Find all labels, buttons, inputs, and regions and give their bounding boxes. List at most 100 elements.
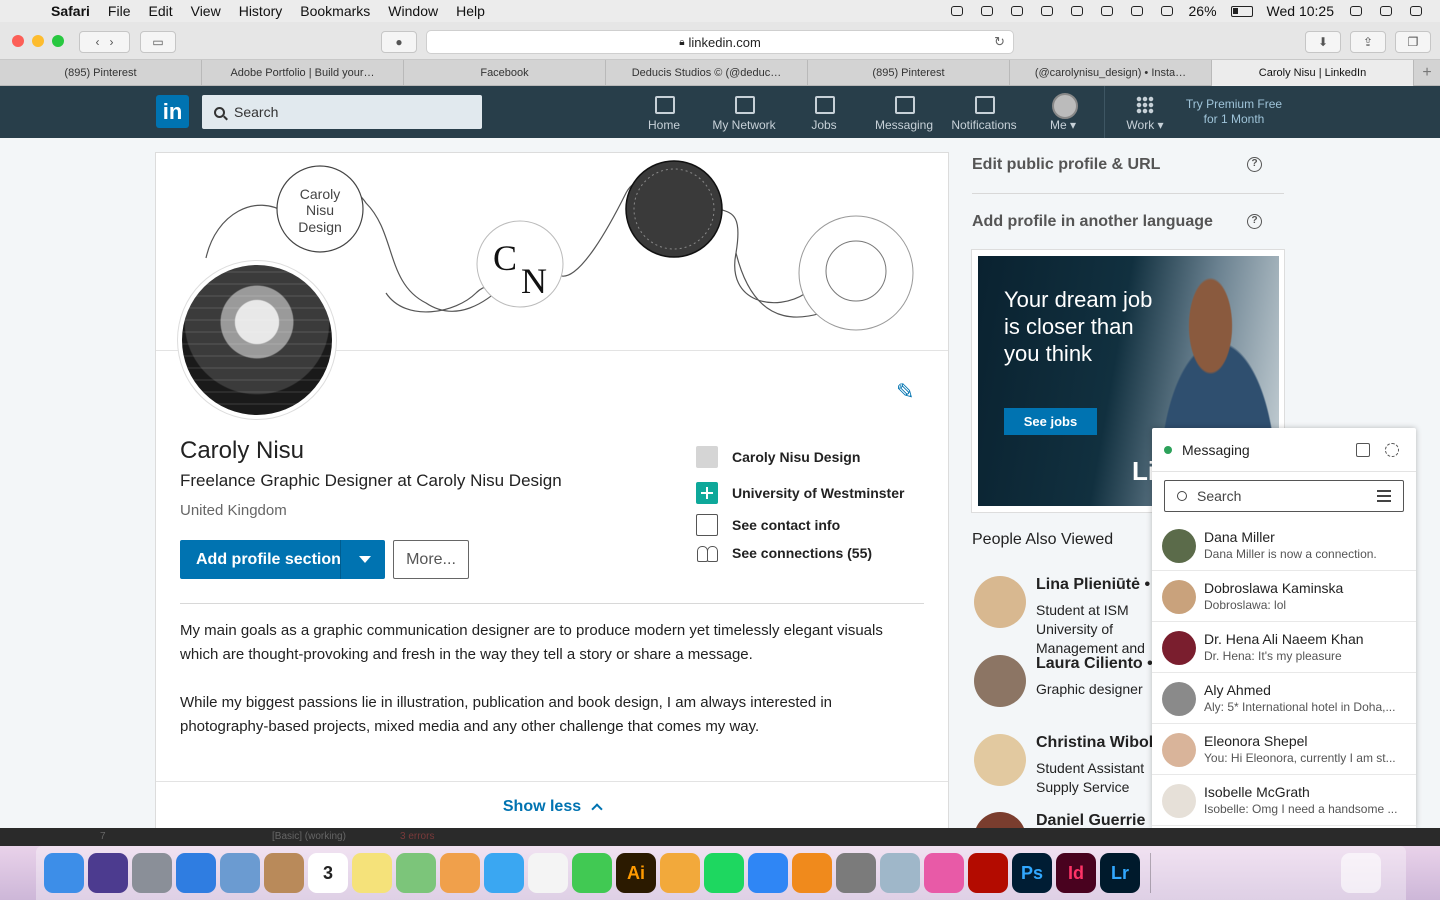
nav-home[interactable]: Home [640, 94, 688, 134]
extension-icon[interactable] [1039, 4, 1055, 18]
time-machine-icon[interactable] [1099, 4, 1115, 18]
see-jobs-button[interactable]: See jobs [1004, 408, 1097, 435]
edit-public-profile-link[interactable]: Edit public profile & URL ? [972, 156, 1284, 174]
launchpad-icon[interactable] [132, 853, 172, 893]
calendar-icon[interactable]: 3 [308, 853, 348, 893]
creative-cloud-icon[interactable] [1009, 4, 1025, 18]
messaging-search-input[interactable]: Search [1164, 480, 1404, 512]
edit-intro-pencil-icon[interactable]: ✎ [896, 379, 920, 404]
new-tab-button[interactable]: + [1414, 60, 1440, 85]
extension-button[interactable]: ● [381, 31, 417, 53]
tab-linkedin[interactable]: Caroly Nisu | LinkedIn [1212, 60, 1414, 86]
notification-center-icon[interactable] [1408, 4, 1424, 18]
back-forward-buttons[interactable]: ‹ › [79, 31, 130, 53]
menu-app-name[interactable]: Safari [42, 3, 99, 19]
zoom-window-icon[interactable] [52, 35, 64, 47]
gear-icon[interactable] [1385, 443, 1399, 457]
tab-adobe-portfolio[interactable]: Adobe Portfolio | Build your… [202, 60, 404, 86]
pav-item[interactable]: Christina Wibol Student Assistant Supply… [972, 734, 1172, 795]
add-profile-section-button[interactable]: Add profile section [180, 540, 385, 579]
pav-item[interactable]: Daniel Guerrie [972, 812, 1172, 828]
menu-help[interactable]: Help [447, 3, 494, 19]
linkedin-logo[interactable]: in [156, 95, 189, 128]
global-search-input[interactable]: Search [202, 95, 482, 129]
acrobat-icon[interactable] [968, 853, 1008, 893]
compose-icon[interactable] [1356, 443, 1370, 457]
nav-notifications[interactable]: Notifications [946, 94, 1022, 134]
reminders-icon[interactable] [528, 853, 568, 893]
menu-window[interactable]: Window [379, 3, 447, 19]
nav-my-network[interactable]: My Network [706, 94, 782, 134]
conversation-item[interactable]: Dobroslawa Kaminska Dobroslawa: lol [1152, 571, 1416, 622]
address-bar[interactable]: 🔒︎ linkedin.com ↻ [426, 30, 1014, 54]
airdrop-icon[interactable] [949, 4, 965, 18]
add-language-profile-link[interactable]: Add profile in another language ? [972, 213, 1284, 231]
pav-item[interactable]: Laura Ciliento • Graphic designer [972, 655, 1172, 715]
nav-me[interactable]: Me ▾ [1040, 93, 1086, 134]
pav-item[interactable]: Lina Plieniūtė • Student at ISM Universi… [972, 576, 1172, 656]
tab-facebook[interactable]: Facebook [404, 60, 606, 86]
pages-icon[interactable] [660, 853, 700, 893]
tab-overview-button[interactable]: ❐ [1395, 31, 1431, 53]
sidebar-toggle-button[interactable]: ▭ [140, 31, 176, 53]
show-less-button[interactable]: Show less [156, 781, 948, 828]
chevron-right-icon[interactable]: › [110, 35, 114, 49]
reload-icon[interactable]: ↻ [994, 34, 1005, 50]
indesign-icon[interactable]: Id [1056, 853, 1096, 893]
conversation-item[interactable]: Isobelle McGrath Isobelle: Omg I need a … [1152, 775, 1416, 826]
profile-photo[interactable] [178, 261, 336, 419]
close-window-icon[interactable] [12, 35, 24, 47]
share-button[interactable]: ⇪ [1350, 31, 1386, 53]
education-link[interactable]: University of Westminster [696, 477, 904, 509]
clock[interactable]: Wed 10:25 [1267, 3, 1334, 19]
connections-link[interactable]: See connections (55) [696, 537, 904, 569]
finder-icon[interactable] [44, 853, 84, 893]
tab-instagram[interactable]: (@carolynisu_design) • Insta… [1010, 60, 1212, 86]
help-icon-2[interactable]: ? [1247, 214, 1262, 229]
battery-percent[interactable]: 26% [1189, 3, 1217, 19]
siri-icon[interactable] [88, 853, 128, 893]
messages-icon[interactable] [484, 853, 524, 893]
menu-view[interactable]: View [182, 3, 230, 19]
menu-bookmarks[interactable]: Bookmarks [291, 3, 379, 19]
spotlight-icon[interactable] [1348, 4, 1364, 18]
wifi-icon[interactable] [1159, 4, 1175, 18]
conversation-item[interactable]: Dana Miller Dana Miller is now a connect… [1152, 520, 1416, 571]
caret-down-icon[interactable] [359, 556, 371, 563]
premium-upsell-link[interactable]: Try Premium Free for 1 Month [1180, 97, 1288, 127]
help-icon[interactable]: ? [1247, 157, 1262, 172]
siri-icon[interactable] [1378, 4, 1394, 18]
maps-icon[interactable] [396, 853, 436, 893]
menu-file[interactable]: File [99, 3, 140, 19]
chevron-left-icon[interactable]: ‹ [95, 35, 99, 49]
battery-icon[interactable] [1230, 5, 1253, 17]
airplay-icon[interactable] [1069, 4, 1085, 18]
illustrator-icon[interactable]: Ai [616, 853, 656, 893]
menu-history[interactable]: History [230, 3, 292, 19]
contacts-icon[interactable] [264, 853, 304, 893]
spotify-icon[interactable] [704, 853, 744, 893]
facetime-icon[interactable] [572, 853, 612, 893]
downloads-button[interactable]: ⬇ [1305, 31, 1341, 53]
notes-icon[interactable] [352, 853, 392, 893]
preview-icon[interactable] [220, 853, 260, 893]
nav-messaging[interactable]: Messaging [870, 94, 938, 134]
more-actions-button[interactable]: More... [393, 540, 469, 579]
tab-deducis[interactable]: Deducis Studios © (@deduc… [606, 60, 808, 86]
bluetooth-icon[interactable] [1129, 4, 1145, 18]
current-company-link[interactable]: Caroly Nisu Design [696, 441, 904, 473]
books-icon[interactable] [792, 853, 832, 893]
trash-icon[interactable] [1341, 853, 1381, 893]
messaging-header[interactable]: Messaging [1152, 428, 1416, 472]
image-capture-icon[interactable] [880, 853, 920, 893]
rocket-icon[interactable] [979, 4, 995, 18]
filter-icon[interactable] [1377, 490, 1391, 502]
conversation-item[interactable]: Eleonora Shepel You: Hi Eleonora, curren… [1152, 724, 1416, 775]
system-preferences-icon[interactable] [836, 853, 876, 893]
minimize-window-icon[interactable] [32, 35, 44, 47]
tab-pinterest-2[interactable]: (895) Pinterest [808, 60, 1010, 86]
nav-work[interactable]: Work ▾ [1118, 94, 1172, 134]
app-store-icon[interactable] [748, 853, 788, 893]
photoshop-icon[interactable]: Ps [1012, 853, 1052, 893]
conversation-item[interactable]: Dr. Hena Ali Naeem Khan Dr. Hena: It's m… [1152, 622, 1416, 673]
